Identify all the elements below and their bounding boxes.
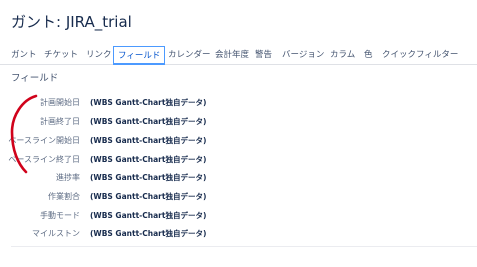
field-label: 手動モード [40,211,80,220]
field-row: 作業割合 (WBS Gantt-Chart独自データ) [0,191,477,203]
field-value: (WBS Gantt-Chart独自データ) [90,117,207,126]
field-label: 計画終了日 [40,117,80,126]
divider [11,246,477,247]
field-label: ベースライン開始日 [8,136,80,145]
field-row: 計画終了日 (WBS Gantt-Chart独自データ) [0,116,477,128]
field-label: ベースライン終了日 [8,155,80,164]
field-label: 進捗率 [56,173,80,182]
field-value: (WBS Gantt-Chart独自データ) [90,136,207,145]
section-heading: フィールド [11,73,59,84]
field-row: ベースライン終了日 (WBS Gantt-Chart独自データ) [0,154,477,166]
field-label: 計画開始日 [40,98,80,107]
field-value: (WBS Gantt-Chart独自データ) [90,192,207,201]
field-value: (WBS Gantt-Chart独自データ) [90,229,207,238]
tab-columns[interactable]: カラム [330,48,355,60]
field-row: 手動モード (WBS Gantt-Chart独自データ) [0,210,477,222]
page-title: ガント: JIRA_trial [11,13,132,31]
field-row: 進捗率 (WBS Gantt-Chart独自データ) [0,172,477,184]
field-row: 計画開始日 (WBS Gantt-Chart独自データ) [0,97,477,109]
field-label: 作業割合 [48,192,80,201]
red-annotation-stroke [10,94,38,174]
tab-fields[interactable]: フィールド [113,46,166,65]
tab-issues[interactable]: チケット [44,48,78,60]
field-value: (WBS Gantt-Chart独自データ) [90,173,207,182]
tab-quick-filters[interactable]: クイックフィルター [382,48,458,60]
field-value: (WBS Gantt-Chart独自データ) [90,98,207,107]
tab-versions[interactable]: バージョン [282,48,324,60]
field-label: マイルストン [32,229,80,238]
field-value: (WBS Gantt-Chart独自データ) [90,155,207,164]
field-value: (WBS Gantt-Chart独自データ) [90,211,207,220]
tab-fiscal-year[interactable]: 会計年度 [215,48,249,60]
tab-links[interactable]: リンク [86,48,112,60]
tab-gantt[interactable]: ガント [11,48,37,60]
tab-bar: ガント チケット リンク フィールド カレンダー 会計年度 警告 バージョン カ… [0,46,477,65]
tab-warnings[interactable]: 警告 [255,48,272,60]
tab-colors[interactable]: 色 [364,48,373,60]
field-row: ベースライン開始日 (WBS Gantt-Chart独自データ) [0,135,477,147]
field-row: マイルストン (WBS Gantt-Chart独自データ) [0,228,477,240]
tab-calendar[interactable]: カレンダー [168,48,211,60]
